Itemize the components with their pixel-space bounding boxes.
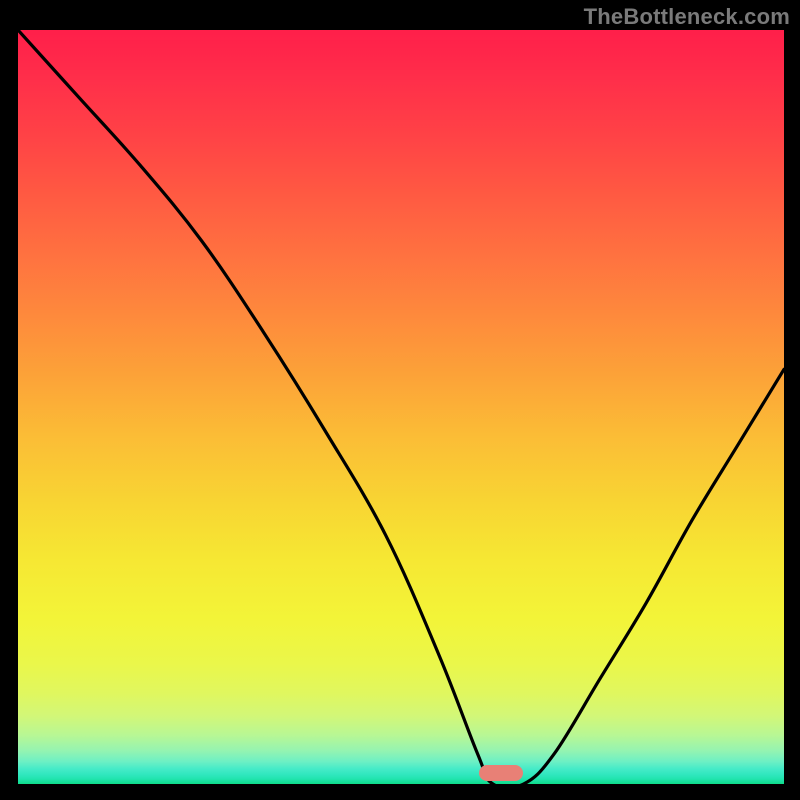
chart-frame: TheBottleneck.com: [0, 0, 800, 800]
plot-area: [18, 30, 784, 784]
bottleneck-curve: [18, 30, 784, 784]
watermark-text: TheBottleneck.com: [584, 4, 790, 30]
optimal-marker: [479, 765, 523, 781]
